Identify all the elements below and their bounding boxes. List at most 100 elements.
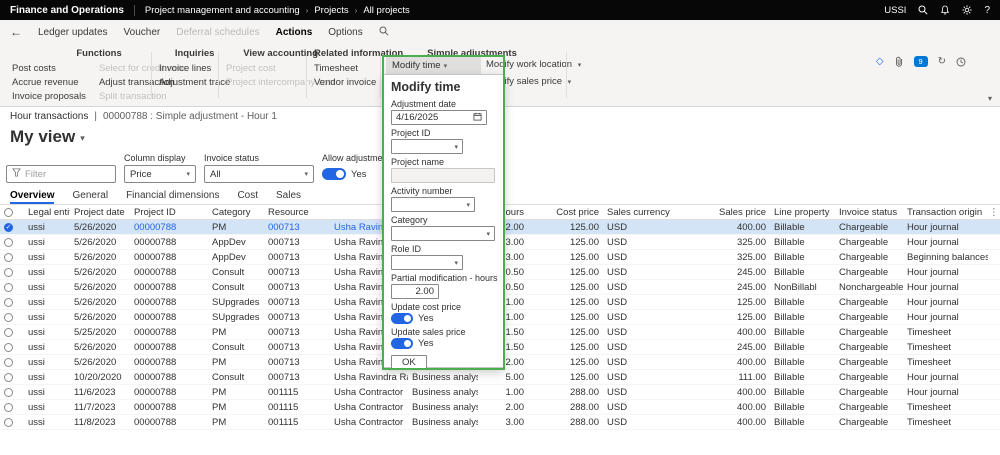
column-display-select[interactable]: Price ▾: [124, 165, 196, 183]
cell-resource[interactable]: 000713: [264, 310, 330, 324]
column-header-invoice_status[interactable]: Invoice status: [835, 205, 903, 219]
app-title[interactable]: Finance and Operations: [10, 5, 124, 16]
ok-button[interactable]: OK: [391, 355, 427, 370]
row-checkbox[interactable]: [4, 313, 13, 322]
column-header-project_date[interactable]: Project date: [70, 205, 130, 219]
collapse-action-pane-icon[interactable]: ▾: [988, 94, 992, 103]
table-row[interactable]: ussi11/6/202300000788PM001115Usha Contra…: [0, 385, 1000, 400]
tab-general[interactable]: General: [72, 186, 108, 204]
row-checkbox[interactable]: [4, 343, 13, 352]
cell-resource[interactable]: 001115: [264, 400, 330, 414]
cell-resource_name[interactable]: Usha Contractor: [330, 415, 408, 429]
column-header-sales_currency[interactable]: Sales currency: [603, 205, 695, 219]
menu-voucher[interactable]: Voucher: [124, 27, 161, 38]
filter-input[interactable]: Filter: [6, 165, 116, 183]
cell-resource_name[interactable]: Usha Contractor: [330, 385, 408, 399]
company-picker[interactable]: USSI: [884, 5, 906, 16]
cell-resource[interactable]: 001115: [264, 415, 330, 429]
post-costs-button[interactable]: Post costs: [12, 63, 86, 74]
cell-sel[interactable]: [0, 415, 24, 429]
vendor-invoice-button[interactable]: Vendor invoice: [314, 77, 376, 88]
open-in-office-icon[interactable]: ◇: [876, 56, 884, 67]
cell-project_id[interactable]: 00000788: [130, 385, 208, 399]
cell-resource[interactable]: 000713: [264, 325, 330, 339]
menu-options[interactable]: Options: [328, 27, 362, 38]
category-select[interactable]: ▾: [391, 226, 495, 241]
cell-project_id[interactable]: 00000788: [130, 295, 208, 309]
row-checkbox[interactable]: [4, 328, 13, 337]
toggle-pill[interactable]: [391, 338, 413, 349]
cell-project_id[interactable]: 00000788: [130, 325, 208, 339]
attach-icon[interactable]: [894, 56, 904, 67]
cell-resource[interactable]: 000713: [264, 280, 330, 294]
breadcrumb-page[interactable]: All projects: [363, 5, 409, 16]
cell-resource[interactable]: 000713: [264, 265, 330, 279]
cell-sel[interactable]: [0, 400, 24, 414]
history-icon[interactable]: [956, 57, 966, 67]
cell-resource_name[interactable]: Usha Contractor: [330, 400, 408, 414]
cell-resource[interactable]: 000713: [264, 370, 330, 384]
tab-overview[interactable]: Overview: [10, 186, 54, 204]
tab-sales[interactable]: Sales: [276, 186, 301, 204]
cell-sel[interactable]: [0, 385, 24, 399]
cell-project_id[interactable]: 00000788: [130, 355, 208, 369]
cell-project_id[interactable]: 00000788: [130, 265, 208, 279]
activity-number-select[interactable]: ▾: [391, 197, 475, 212]
role-id-select[interactable]: ▾: [391, 255, 463, 270]
cell-project_id[interactable]: 00000788: [130, 220, 208, 234]
grid-options-icon[interactable]: ⋮: [988, 205, 1000, 219]
cell-resource[interactable]: 000713: [264, 250, 330, 264]
row-checkbox[interactable]: [4, 298, 13, 307]
column-header-resource[interactable]: Resource: [264, 205, 330, 219]
notifications-icon[interactable]: [940, 5, 950, 15]
row-checkbox[interactable]: [4, 418, 13, 427]
row-checkbox[interactable]: [4, 358, 13, 367]
cell-resource_name[interactable]: Usha Ravindra Rao: [330, 370, 408, 384]
cell-sel[interactable]: [0, 340, 24, 354]
accrue-revenue-button[interactable]: Accrue revenue: [12, 77, 86, 88]
messages-icon[interactable]: 9: [914, 56, 928, 67]
tab-cost[interactable]: Cost: [237, 186, 258, 204]
row-checkbox[interactable]: [4, 283, 13, 292]
column-header-project_id[interactable]: Project ID: [130, 205, 208, 219]
cell-project_id[interactable]: 00000788: [130, 235, 208, 249]
cell-sel[interactable]: [0, 250, 24, 264]
adjustment-date-input[interactable]: 4/16/2025: [391, 110, 487, 125]
cell-resource[interactable]: 001115: [264, 385, 330, 399]
cell-sel[interactable]: ✓: [0, 220, 24, 234]
refresh-icon[interactable]: ↻: [938, 56, 946, 67]
toggle-pill[interactable]: [322, 168, 346, 180]
modify-time-button[interactable]: Modify time ▾: [386, 57, 481, 74]
row-checkbox[interactable]: [4, 268, 13, 277]
cell-project_id[interactable]: 00000788: [130, 340, 208, 354]
column-header-legal_entity[interactable]: Legal entity: [24, 205, 70, 219]
row-checkbox[interactable]: [4, 373, 13, 382]
row-checkbox[interactable]: [4, 238, 13, 247]
cell-resource[interactable]: 000713: [264, 295, 330, 309]
cell-resource[interactable]: 000713: [264, 235, 330, 249]
table-row[interactable]: ussi11/7/202300000788PM001115Usha Contra…: [0, 400, 1000, 415]
column-header-cost_price[interactable]: Cost price: [528, 205, 603, 219]
cell-sel[interactable]: [0, 310, 24, 324]
row-checkbox[interactable]: [4, 403, 13, 412]
cell-sel[interactable]: [0, 235, 24, 249]
tab-financial-dimensions[interactable]: Financial dimensions: [126, 186, 219, 204]
row-checkbox[interactable]: [4, 253, 13, 262]
cell-project_id[interactable]: 00000788: [130, 280, 208, 294]
invoice-lines-button[interactable]: Invoice lines: [159, 63, 230, 74]
update-cost-price-toggle[interactable]: Yes: [391, 313, 496, 324]
row-checkbox[interactable]: ✓: [4, 223, 13, 232]
select-all-checkbox[interactable]: [4, 208, 13, 217]
invoice-status-select[interactable]: All ▾: [204, 165, 314, 183]
cell-project_id[interactable]: 00000788: [130, 400, 208, 414]
table-row[interactable]: ussi10/20/202000000788Consult000713Usha …: [0, 370, 1000, 385]
column-header-transaction_origin[interactable]: Transaction origin: [903, 205, 988, 219]
cell-project_id[interactable]: 00000788: [130, 415, 208, 429]
settings-gear-icon[interactable]: [962, 5, 972, 15]
command-search-icon[interactable]: [379, 26, 389, 39]
menu-actions[interactable]: Actions: [276, 27, 313, 38]
partial-modification-hours-input[interactable]: 2.00: [391, 284, 439, 299]
cell-sel[interactable]: [0, 355, 24, 369]
menu-ledger-updates[interactable]: Ledger updates: [38, 27, 108, 38]
adjustment-trace-button[interactable]: Adjustment trace: [159, 77, 230, 88]
